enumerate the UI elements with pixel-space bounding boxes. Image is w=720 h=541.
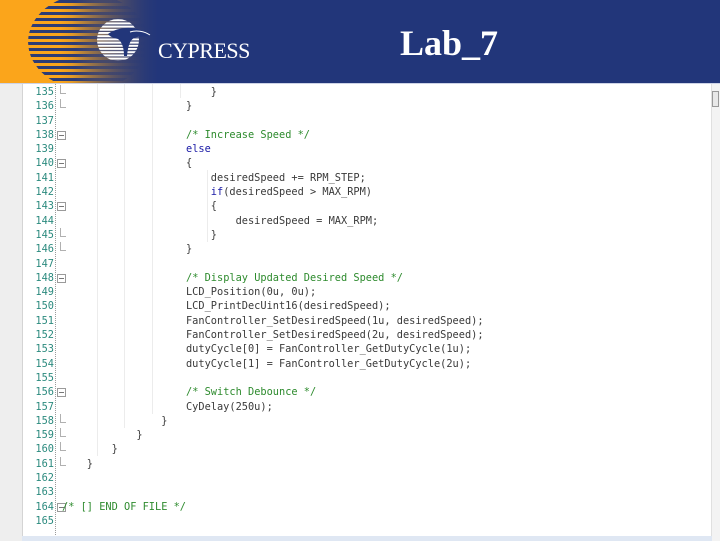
- line-number: 158: [35, 414, 54, 427]
- code-text: desiredSpeed += RPM_STEP;: [62, 171, 366, 185]
- line-number: 135: [35, 86, 54, 98]
- code-token: {: [62, 200, 217, 213]
- code-text: }: [62, 428, 143, 442]
- code-text: /* Switch Debounce */: [62, 385, 316, 399]
- code-text: {: [62, 156, 192, 170]
- code-text: FanController_SetDesiredSpeed(1u, desire…: [62, 314, 484, 328]
- line-number: 150: [35, 300, 54, 313]
- code-editor[interactable]: 135 } 136 } 137 138 /* Increase Speed */ 139…: [0, 83, 720, 541]
- code-text: if(desiredSpeed > MAX_RPM): [62, 185, 372, 199]
- code-text: }: [62, 99, 192, 113]
- code-comment: /* Display Updated Desired Speed */: [186, 271, 403, 284]
- code-keyword: if: [210, 186, 224, 199]
- code-token: dutyCycle[0] = FanController_GetDutyCycl…: [62, 343, 472, 356]
- line-number: 163: [35, 486, 54, 499]
- code-token: }: [62, 443, 118, 456]
- line-number: 161: [35, 457, 54, 470]
- slide-title: Lab_7: [400, 23, 499, 63]
- code-token: LCD_Position(0u, 0u);: [62, 286, 317, 299]
- code-text: LCD_PrintDecUint16(desiredSpeed);: [62, 299, 391, 313]
- line-number: 155: [35, 371, 54, 384]
- code-token: CyDelay(250u);: [62, 400, 273, 413]
- code-text: /* Increase Speed */: [62, 128, 310, 142]
- line-number: 162: [35, 472, 54, 485]
- line-number: 160: [35, 443, 54, 456]
- code-token: desiredSpeed = MAX_RPM;: [62, 214, 379, 227]
- code-text: }: [62, 442, 118, 456]
- code-text: desiredSpeed = MAX_RPM;: [62, 214, 379, 228]
- code-token: }: [62, 243, 193, 256]
- code-token: (desiredSpeed > MAX_RPM): [223, 186, 372, 199]
- line-number: 144: [35, 214, 54, 227]
- line-number: 140: [35, 157, 54, 170]
- code-text: dutyCycle[0] = FanController_GetDutyCycl…: [62, 342, 471, 356]
- line-number: 139: [35, 143, 54, 156]
- line-number: 149: [35, 286, 54, 299]
- cypress-wordmark: CYPRESS: [158, 38, 250, 63]
- line-number: 137: [35, 114, 54, 127]
- code-text: }: [62, 457, 93, 471]
- code-text: FanController_SetDesiredSpeed(2u, desire…: [62, 328, 484, 342]
- code-token: }: [62, 429, 143, 442]
- code-text: /* Display Updated Desired Speed */: [62, 271, 403, 285]
- gutter-separator: [55, 84, 56, 541]
- code-token: dutyCycle[1] = FanController_GetDutyCycl…: [62, 357, 472, 370]
- code-text: LCD_Position(0u, 0u);: [62, 285, 316, 299]
- line-number: 138: [35, 128, 54, 141]
- code-token: FanController_SetDesiredSpeed(2u, desire…: [62, 329, 484, 342]
- line-number: 147: [35, 257, 54, 270]
- code-text: /* [] END OF FILE */: [62, 500, 186, 514]
- line-number: 165: [35, 514, 54, 527]
- line-number: 159: [35, 429, 54, 442]
- line-number: 142: [35, 186, 54, 199]
- code-token: FanController_SetDesiredSpeed(1u, desire…: [62, 314, 484, 327]
- line-number: 164: [35, 500, 54, 513]
- code-comment: /* Switch Debounce */: [186, 386, 317, 399]
- horizontal-scrollbar[interactable]: [22, 536, 712, 541]
- line-number: 136: [35, 100, 54, 113]
- code-token: }: [62, 414, 168, 427]
- line-number: 152: [35, 329, 54, 342]
- slide-header: CYPRESS Lab_7: [0, 0, 720, 83]
- line-number: 141: [35, 171, 54, 184]
- line-number: 145: [35, 228, 54, 241]
- line-number: 151: [35, 314, 54, 327]
- code-token: LCD_PrintDecUint16(desiredSpeed);: [62, 300, 391, 313]
- line-number: 146: [35, 243, 54, 256]
- code-keyword: else: [186, 143, 211, 156]
- code-text: }: [62, 414, 167, 428]
- code-text: CyDelay(250u);: [62, 400, 273, 414]
- code-text: }: [62, 228, 217, 242]
- code-token: }: [62, 457, 93, 470]
- code-text: else: [62, 142, 211, 156]
- line-number: 154: [35, 357, 54, 370]
- line-number: 143: [35, 200, 54, 213]
- line-number: 148: [35, 271, 54, 284]
- editor-margin: [0, 84, 23, 541]
- code-token: }: [62, 100, 193, 113]
- vertical-scrollbar[interactable]: [711, 84, 720, 541]
- line-number: 156: [35, 386, 54, 399]
- code-text: {: [62, 199, 217, 213]
- code-comment: /* Increase Speed */: [186, 128, 310, 141]
- line-number: 153: [35, 343, 54, 356]
- code-comment: /* [] END OF FILE */: [62, 500, 186, 513]
- code-token: desiredSpeed += RPM_STEP;: [62, 171, 366, 184]
- code-token: }: [62, 228, 217, 241]
- code-text: }: [62, 85, 217, 99]
- code-text: dutyCycle[1] = FanController_GetDutyCycl…: [62, 357, 471, 371]
- code-token: }: [62, 86, 217, 98]
- code-text: }: [62, 242, 192, 256]
- scrollbar-thumb[interactable]: [712, 91, 719, 107]
- code-token: {: [62, 157, 193, 170]
- line-number: 157: [35, 400, 54, 413]
